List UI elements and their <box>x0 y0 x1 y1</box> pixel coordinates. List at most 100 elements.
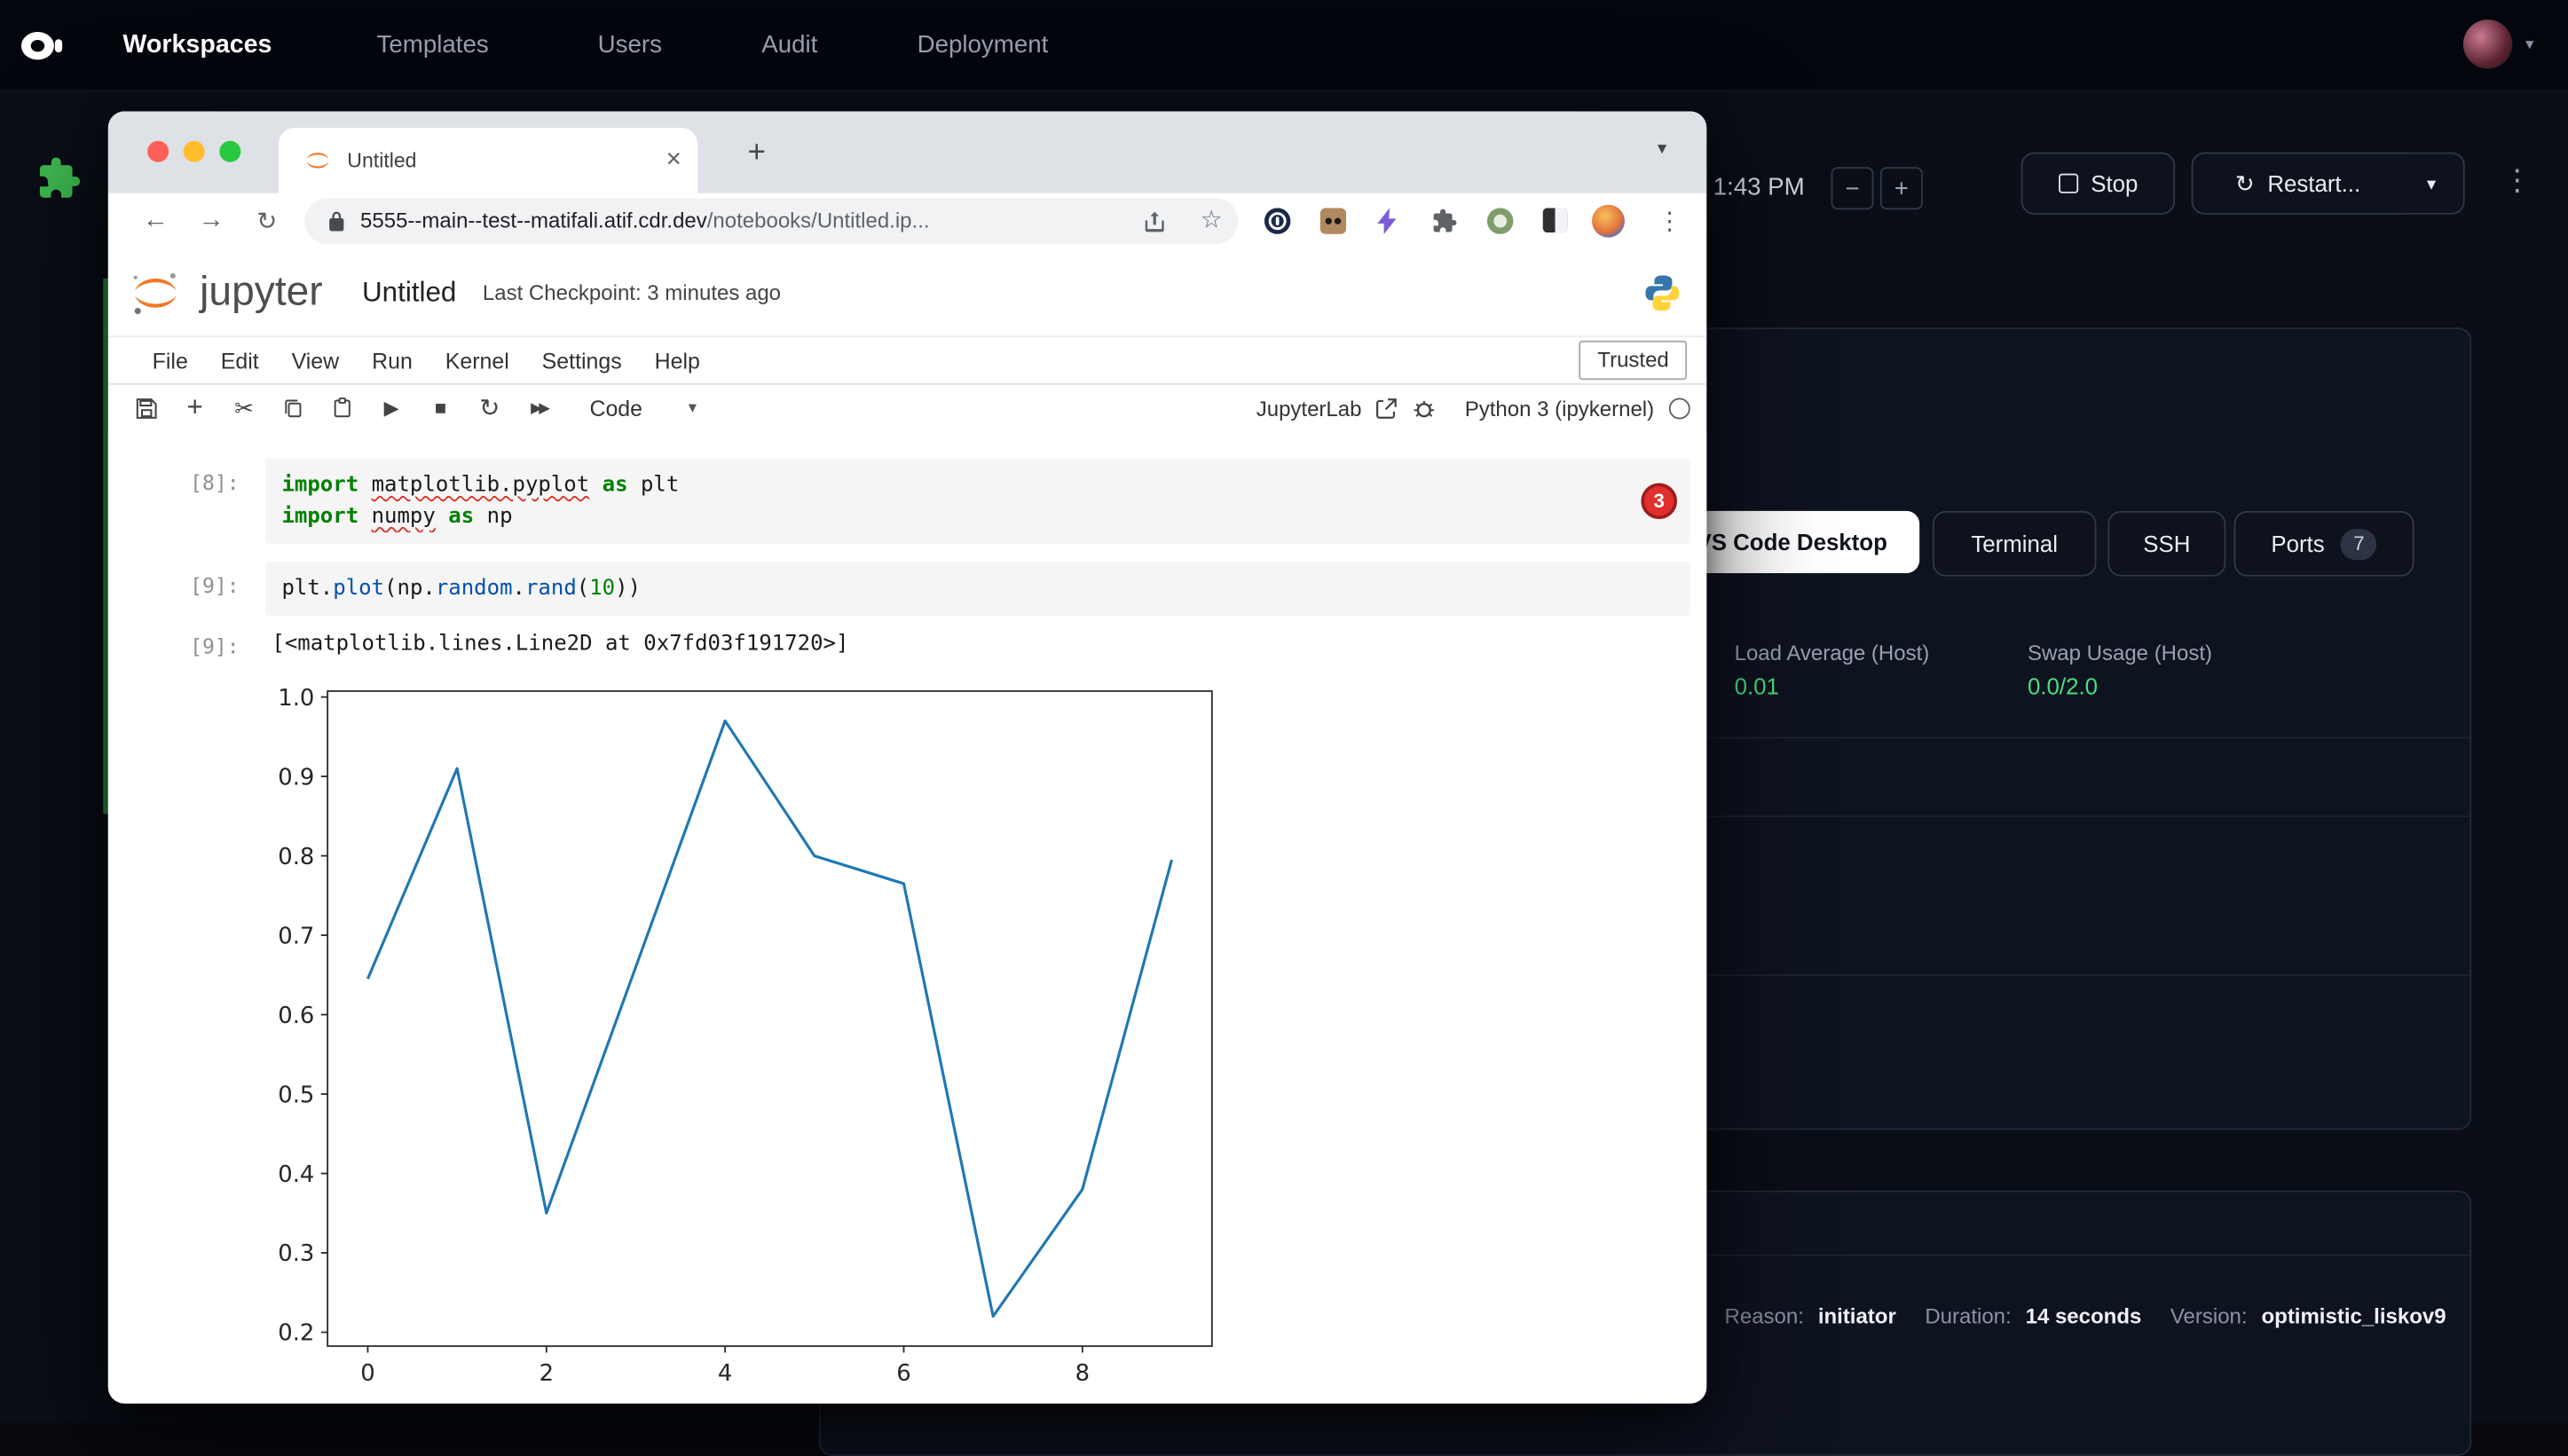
vscode-button-label: VS Code Desktop <box>1696 529 1887 555</box>
cell8-input-prompt: [8]: <box>190 470 240 495</box>
new-tab-button[interactable]: + <box>734 131 780 177</box>
nav-audit[interactable]: Audit <box>761 0 817 91</box>
onepassword-extension-icon[interactable] <box>1264 208 1291 234</box>
user-menu-chevron-icon[interactable]: ▾ <box>2525 36 2533 54</box>
cell8-code-input[interactable]: import matplotlib.pyplot as pltimport nu… <box>265 459 1690 544</box>
cell-type-value: Code <box>589 396 642 421</box>
notebook-title[interactable]: Untitled <box>362 276 456 309</box>
stop-button-label: Stop <box>2091 170 2138 197</box>
browser-tab[interactable]: Untitled × <box>279 128 697 193</box>
nav-deployment[interactable]: Deployment <box>918 0 1049 91</box>
cell9-code-input[interactable]: plt.plot(np.random.rand(10)) <box>265 562 1690 616</box>
kernel-status-icon <box>1669 397 1690 419</box>
copy-icon <box>281 397 304 420</box>
cell9-output-text: [<matplotlib.lines.Line2D at 0x7fd03f191… <box>272 632 848 657</box>
menu-view[interactable]: View <box>275 348 355 373</box>
ssh-button[interactable]: SSH <box>2107 511 2225 577</box>
menu-run[interactable]: Run <box>356 348 429 373</box>
lock-icon <box>327 209 345 232</box>
matplotlib-figure: 0.20.30.40.50.60.70.80.91.002468 <box>252 672 1234 1402</box>
tab-close-button[interactable]: × <box>666 146 681 175</box>
browser-menu-kebab-icon[interactable]: ⋮ <box>1658 207 1682 236</box>
toolbar-right-cluster: JupyterLab Python 3 (ipykernel) <box>1256 382 1690 434</box>
coder-logo[interactable] <box>16 21 65 70</box>
python-logo <box>1641 271 1683 313</box>
kernel-name[interactable]: Python 3 (ipykernel) <box>1465 396 1654 421</box>
address-bar[interactable]: 5555--main--test--matifali.atif.cdr.dev/… <box>304 198 1238 244</box>
window-close-button[interactable] <box>147 141 169 162</box>
jupyter-notebook-app: jupyter Untitled Last Checkpoint: 3 minu… <box>108 249 1706 1404</box>
stat-swap-usage: Swap Usage (Host) 0.0/2.0 <box>2028 641 2212 699</box>
increase-time-button[interactable]: + <box>1880 167 1923 209</box>
cell-type-select[interactable]: Code ▾ <box>589 396 697 421</box>
forward-button[interactable]: → <box>186 193 235 249</box>
restart-icon: ↻ <box>2235 169 2255 197</box>
save-button[interactable] <box>122 387 170 429</box>
window-zoom-button[interactable] <box>219 141 240 162</box>
nav-users[interactable]: Users <box>598 0 662 91</box>
build-duration-value: 14 seconds <box>2026 1303 2142 1328</box>
terminal-button[interactable]: Terminal <box>1933 511 2097 577</box>
browser-window: Untitled × + ▾ ← → ↻ 5555--main--test--m… <box>108 112 1706 1404</box>
menu-settings[interactable]: Settings <box>525 348 638 373</box>
stop-workspace-button[interactable]: Stop <box>2021 153 2175 215</box>
paste-icon <box>331 397 354 420</box>
svg-text:4: 4 <box>718 1360 732 1387</box>
user-avatar[interactable] <box>2463 20 2512 68</box>
darkreader-extension-icon[interactable] <box>1543 208 1568 232</box>
build-reason-label: Reason: <box>1725 1303 1804 1328</box>
restart-kernel-button[interactable]: ↻ <box>465 387 514 429</box>
top-navbar: Workspaces Templates Users Audit Deploym… <box>0 0 2568 91</box>
stat-value: 0.01 <box>1735 673 1930 700</box>
menu-kernel[interactable]: Kernel <box>429 348 525 373</box>
browser-profile-avatar[interactable] <box>1592 205 1625 238</box>
ports-button[interactable]: Ports 7 <box>2234 511 2414 577</box>
nav-templates[interactable]: Templates <box>377 0 489 91</box>
restart-workspace-button[interactable]: ↻ Restart... <box>2192 153 2405 215</box>
bookmark-star-icon[interactable]: ☆ <box>1201 198 1223 244</box>
tampermonkey-extension-icon[interactable] <box>1320 208 1347 234</box>
insert-cell-button[interactable]: + <box>170 387 219 429</box>
extensions-puzzle-icon[interactable] <box>1431 208 1458 234</box>
jupyter-wordmark: jupyter <box>200 269 323 317</box>
window-minimize-button[interactable] <box>184 141 205 162</box>
menu-help[interactable]: Help <box>638 348 716 373</box>
debugger-icon[interactable] <box>1413 396 1438 421</box>
nav-workspaces[interactable]: Workspaces <box>122 0 272 91</box>
menu-file[interactable]: File <box>136 348 204 373</box>
extension-icon-green[interactable] <box>1487 208 1514 234</box>
cell9-output-prompt: [9]: <box>190 634 240 658</box>
save-icon <box>133 396 158 421</box>
svg-text:0.2: 0.2 <box>278 1320 314 1347</box>
menu-edit[interactable]: Edit <box>204 348 275 373</box>
notebook-body: [8]: import matplotlib.pyplot as pltimpo… <box>108 434 1706 1404</box>
cut-cell-button[interactable]: ✂ <box>219 387 268 429</box>
reload-button[interactable]: ↻ <box>242 193 291 249</box>
decrease-time-button[interactable]: − <box>1831 167 1873 209</box>
svg-text:8: 8 <box>1075 1360 1090 1387</box>
terminal-button-label: Terminal <box>1971 531 2058 557</box>
checkpoint-status: Last Checkpoint: 3 minutes ago <box>483 280 781 305</box>
url-text: 5555--main--test--matifali.atif.cdr.dev/… <box>360 198 929 244</box>
chevron-down-icon: ▾ <box>689 398 697 416</box>
back-button[interactable]: ← <box>131 193 180 249</box>
copy-cell-button[interactable] <box>269 387 318 429</box>
run-cell-button[interactable]: ▶ <box>366 387 415 429</box>
lightning-extension-icon[interactable] <box>1375 208 1398 234</box>
interrupt-kernel-button[interactable]: ■ <box>416 387 465 429</box>
trusted-button[interactable]: Trusted <box>1579 341 1687 380</box>
workspace-menu-kebab[interactable]: ⋮ <box>2502 164 2532 199</box>
jupyterlab-link[interactable]: JupyterLab <box>1256 396 1362 421</box>
svg-text:0.7: 0.7 <box>278 923 314 949</box>
stat-value: 0.0/2.0 <box>2028 673 2212 700</box>
tab-title: Untitled <box>347 149 666 172</box>
external-link-icon[interactable] <box>1376 397 1398 419</box>
build-reason-value: initiator <box>1818 1303 1896 1328</box>
tab-search-chevron-icon[interactable]: ▾ <box>1658 138 1666 159</box>
paste-cell-button[interactable] <box>318 387 366 429</box>
share-icon[interactable] <box>1143 209 1166 234</box>
restart-options-chevron[interactable]: ▾ <box>2399 153 2465 215</box>
restart-run-all-button[interactable]: ▶▶ <box>515 387 563 429</box>
svg-text:0.3: 0.3 <box>278 1240 314 1267</box>
ports-count-badge: 7 <box>2341 528 2377 559</box>
